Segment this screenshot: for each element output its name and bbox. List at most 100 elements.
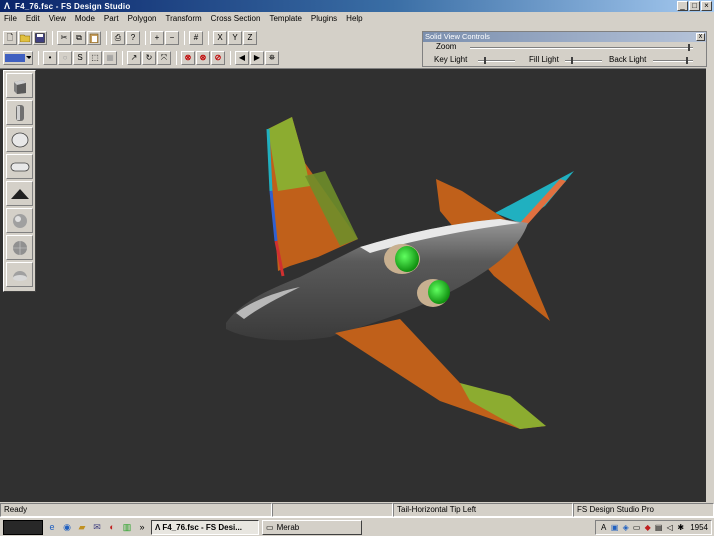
- zoom-slider[interactable]: [470, 44, 693, 51]
- zoom-label: Zoom: [436, 42, 457, 51]
- move-icon[interactable]: ↗: [127, 50, 141, 65]
- tray-network-icon[interactable]: ▣: [610, 523, 619, 532]
- fill-light-slider[interactable]: [565, 57, 602, 64]
- engine-intake-upper: [395, 246, 419, 272]
- menu-polygon[interactable]: Polygon: [128, 14, 157, 23]
- viewport-right-edge: [706, 68, 714, 502]
- copy-icon[interactable]: ⧉: [72, 30, 86, 45]
- capsule-primitive-icon[interactable]: [6, 154, 33, 179]
- status-product: FS Design Studio Pro: [573, 503, 714, 517]
- tray-security-icon[interactable]: ◆: [643, 523, 652, 532]
- minimize-button[interactable]: _: [677, 1, 688, 11]
- delete-point-icon[interactable]: ⊛: [196, 50, 210, 65]
- color-select-icon[interactable]: [3, 50, 33, 65]
- mail-icon[interactable]: ✉: [91, 521, 103, 533]
- grid-icon[interactable]: #: [189, 30, 203, 45]
- folder-icon[interactable]: ▰: [76, 521, 88, 533]
- marquee-select-icon[interactable]: ⬚: [88, 50, 102, 65]
- solid-view-close-button[interactable]: x: [696, 33, 705, 41]
- fuselage: [226, 219, 528, 341]
- menu-edit[interactable]: Edit: [26, 14, 40, 23]
- new-file-icon[interactable]: 🗋: [3, 30, 17, 45]
- taskbar: e ◉ ▰ ✉ ◐ ▥ » Λ F4_76.fsc - FS Desi... ▭…: [0, 517, 714, 536]
- back-light-slider[interactable]: [653, 57, 693, 64]
- tray-display-icon[interactable]: ▭: [632, 523, 641, 532]
- app-icon[interactable]: Λ: [2, 1, 12, 11]
- title-bar: Λ F4_76.fsc - FS Design Studio _ □ ×: [0, 0, 714, 12]
- lasso-icon[interactable]: S: [73, 50, 87, 65]
- hemisphere-primitive-icon[interactable]: [6, 262, 33, 287]
- menu-help[interactable]: Help: [346, 14, 362, 23]
- toolbar-separator: [208, 30, 209, 45]
- chart-icon[interactable]: ▥: [121, 521, 133, 533]
- menu-view[interactable]: View: [49, 14, 66, 23]
- tray-monitor-icon[interactable]: ▤: [654, 523, 663, 532]
- geosphere-primitive-icon[interactable]: [6, 235, 33, 260]
- tray-shield-icon[interactable]: ◈: [621, 523, 630, 532]
- x-axis-glyph: X: [217, 32, 223, 42]
- zoom-slider-thumb[interactable]: [687, 44, 690, 51]
- save-icon[interactable]: [33, 30, 47, 45]
- z-axis-view-button[interactable]: Z: [243, 30, 257, 45]
- clock[interactable]: 1954: [690, 523, 708, 532]
- print-icon[interactable]: ⎙: [111, 30, 125, 45]
- help-icon[interactable]: ?: [126, 30, 140, 45]
- menu-cross-section[interactable]: Cross Section: [211, 14, 261, 23]
- menu-template[interactable]: Template: [269, 14, 301, 23]
- cut-icon[interactable]: ✂: [57, 30, 71, 45]
- menu-plugins[interactable]: Plugins: [311, 14, 337, 23]
- maximize-button[interactable]: □: [689, 1, 700, 11]
- tray-settings-icon[interactable]: ✱: [676, 523, 685, 532]
- next-icon[interactable]: ▶: [250, 50, 264, 65]
- menu-file[interactable]: File: [4, 14, 17, 23]
- y-axis-view-button[interactable]: Y: [228, 30, 242, 45]
- circle-select-icon[interactable]: ○: [58, 50, 72, 65]
- task-merab[interactable]: ▭ Merab: [262, 519, 362, 535]
- solid-view-viewport[interactable]: [0, 68, 706, 502]
- paste-icon[interactable]: [87, 30, 101, 45]
- open-folder-icon[interactable]: [18, 30, 32, 45]
- zoom-out-glyph: −: [169, 32, 175, 42]
- close-button[interactable]: ×: [701, 1, 712, 11]
- cylinder-primitive-icon[interactable]: [6, 100, 33, 125]
- point-icon[interactable]: •: [43, 50, 57, 65]
- scale-icon[interactable]: ⤧: [157, 50, 171, 65]
- fill-light-label: Fill Light: [529, 55, 559, 64]
- toolbar-separator: [176, 50, 177, 65]
- start-button[interactable]: [3, 519, 43, 535]
- grid-snap-icon[interactable]: ▦: [103, 50, 117, 65]
- back-light-slider-thumb[interactable]: [686, 57, 688, 64]
- key-light-slider[interactable]: [478, 57, 515, 64]
- window-title: F4_76.fsc - FS Design Studio: [15, 1, 131, 11]
- tray-volume-icon[interactable]: ◁: [665, 523, 674, 532]
- previous-icon[interactable]: ◀: [235, 50, 249, 65]
- primitive-palette: [3, 70, 36, 292]
- task-fs-design-studio[interactable]: Λ F4_76.fsc - FS Desi...: [151, 519, 259, 535]
- binoculars-icon[interactable]: ⛯: [265, 50, 279, 65]
- ellipsoid-primitive-icon[interactable]: [6, 127, 33, 152]
- delete-red-icon[interactable]: ⊗: [181, 50, 195, 65]
- cube-primitive-icon[interactable]: [6, 73, 33, 98]
- menu-part[interactable]: Part: [104, 14, 119, 23]
- desktop-icon[interactable]: ◉: [61, 521, 73, 533]
- zoom-in-icon[interactable]: +: [150, 30, 164, 45]
- menu-transform[interactable]: Transform: [166, 14, 202, 23]
- back-light-label: Back Light: [609, 55, 647, 64]
- task-merab-label: Merab: [276, 522, 300, 532]
- status-bar: Ready Tail-Horizontal Tip Left FS Design…: [0, 503, 714, 517]
- fill-light-slider-thumb[interactable]: [571, 57, 574, 64]
- key-light-slider-thumb[interactable]: [484, 57, 487, 64]
- toolbar-separator: [38, 50, 39, 65]
- delete-polygon-icon[interactable]: ⊘: [211, 50, 225, 65]
- quicklaunch-more-icon[interactable]: »: [136, 521, 148, 533]
- sphere-primitive-icon[interactable]: [6, 208, 33, 233]
- menu-mode[interactable]: Mode: [75, 14, 95, 23]
- language-indicator[interactable]: A: [599, 523, 608, 532]
- system-tray: A ▣ ◈ ▭ ◆ ▤ ◁ ✱ 1954: [595, 520, 712, 535]
- zoom-out-icon[interactable]: −: [165, 30, 179, 45]
- ie-icon[interactable]: e: [46, 521, 58, 533]
- rotate-icon[interactable]: ↻: [142, 50, 156, 65]
- media-icon[interactable]: ◐: [106, 521, 118, 533]
- wedge-primitive-icon[interactable]: [6, 181, 33, 206]
- x-axis-view-button[interactable]: X: [213, 30, 227, 45]
